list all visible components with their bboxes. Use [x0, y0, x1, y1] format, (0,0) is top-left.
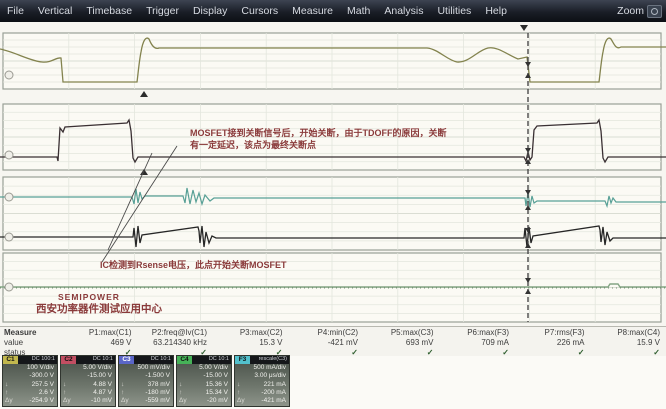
menu-help[interactable]: Help: [478, 5, 514, 17]
menu-trigger[interactable]: Trigger: [139, 5, 186, 17]
measure-p5[interactable]: P5:max(C3)693 mV ✓: [364, 327, 440, 356]
graticule: [3, 33, 661, 322]
grid1-marker: [140, 91, 148, 97]
c4-chip: C4: [177, 356, 192, 364]
waveform-area[interactable]: MOSFET接到关断信号后，开始关断，由于TDOFF的原因，关断 有一定延迟，该…: [0, 22, 666, 326]
menu-measure[interactable]: Measure: [285, 5, 340, 17]
measure-row-labels: Measure value status: [0, 327, 62, 356]
menu-cursors[interactable]: Cursors: [234, 5, 285, 17]
menu-math[interactable]: Math: [340, 5, 377, 17]
menu-analysis[interactable]: Analysis: [377, 5, 430, 17]
annotation-mosfet-line1: MOSFET接到关断信号后，开始关断，由于TDOFF的原因，关断: [190, 128, 447, 140]
trigger-time-marker[interactable]: [520, 25, 528, 31]
descriptor-f3[interactable]: F3 rescale(C3) 500 mA/div 3.00 μs/div ↓2…: [234, 355, 290, 407]
measure-p4[interactable]: P4:min(C2)-421 mV ✓: [289, 327, 365, 356]
f3-chip: F3: [235, 356, 250, 364]
c3-chip: C3: [119, 356, 134, 364]
zoom-icon: [647, 5, 662, 18]
c2-chip: C2: [61, 356, 76, 364]
measure-p3[interactable]: P3:max(C2)15.3 V ✓: [213, 327, 289, 356]
c1-chip: C1: [3, 356, 18, 364]
waveform-svg: [0, 22, 666, 326]
menu-file[interactable]: File: [0, 5, 31, 17]
menu-vertical[interactable]: Vertical: [31, 5, 79, 17]
menu-bar: File Vertical Timebase Trigger Display C…: [0, 0, 666, 23]
value-label: value: [4, 338, 62, 348]
channel-descriptor-row: C1 DC 100:1 100 V/div -300.0 V ↓257.5 V …: [2, 355, 666, 407]
measure-p1[interactable]: P1:max(C1)469 V ✓: [62, 327, 138, 356]
descriptor-c1[interactable]: C1 DC 100:1 100 V/div -300.0 V ↓257.5 V …: [2, 355, 58, 407]
measure-panel: Measure value status P1:max(C1)469 V ✓ P…: [0, 326, 666, 356]
measure-p6[interactable]: P6:max(F3)709 mA ✓: [440, 327, 516, 356]
measure-p8[interactable]: P8:max(C4)15.9 V ✓: [591, 327, 666, 356]
annotation-mosfet: MOSFET接到关断信号后，开始关断，由于TDOFF的原因，关断 有一定延迟，该…: [190, 128, 447, 151]
annotation-ic: IC检测到Rsense电压，此点开始关断MOSFET: [100, 260, 287, 272]
measure-label: Measure: [4, 328, 62, 338]
menu-display[interactable]: Display: [186, 5, 234, 17]
measure-p2[interactable]: P2:freq@lv(C1)63.214340 kHz ✓: [138, 327, 214, 356]
menu-utilities[interactable]: Utilities: [430, 5, 478, 17]
annotation-mosfet-line2: 有一定延迟，该点为最终关断点: [190, 140, 447, 152]
zoom-label: Zoom: [617, 5, 644, 17]
test-center-label: 西安功率器件测试应用中心: [36, 303, 162, 317]
oscilloscope-app: File Vertical Timebase Trigger Display C…: [0, 0, 666, 409]
menu-timebase[interactable]: Timebase: [79, 5, 139, 17]
brand-label: SEMIPOWER: [58, 292, 120, 303]
measure-p7[interactable]: P7:rms(F3)226 mA ✓: [515, 327, 591, 356]
descriptor-c2[interactable]: C2 DC 10:1 5.00 V/div -15.00 V ↓4.88 V ↑…: [60, 355, 116, 407]
descriptor-c3[interactable]: C3 DC 10:1 500 mV/div -1.500 V ↓378 mV ↑…: [118, 355, 174, 407]
descriptor-c4[interactable]: C4 DC 10:1 5.00 V/div -15.00 V ↓15.36 V …: [176, 355, 232, 407]
zoom-button[interactable]: Zoom: [617, 5, 666, 18]
